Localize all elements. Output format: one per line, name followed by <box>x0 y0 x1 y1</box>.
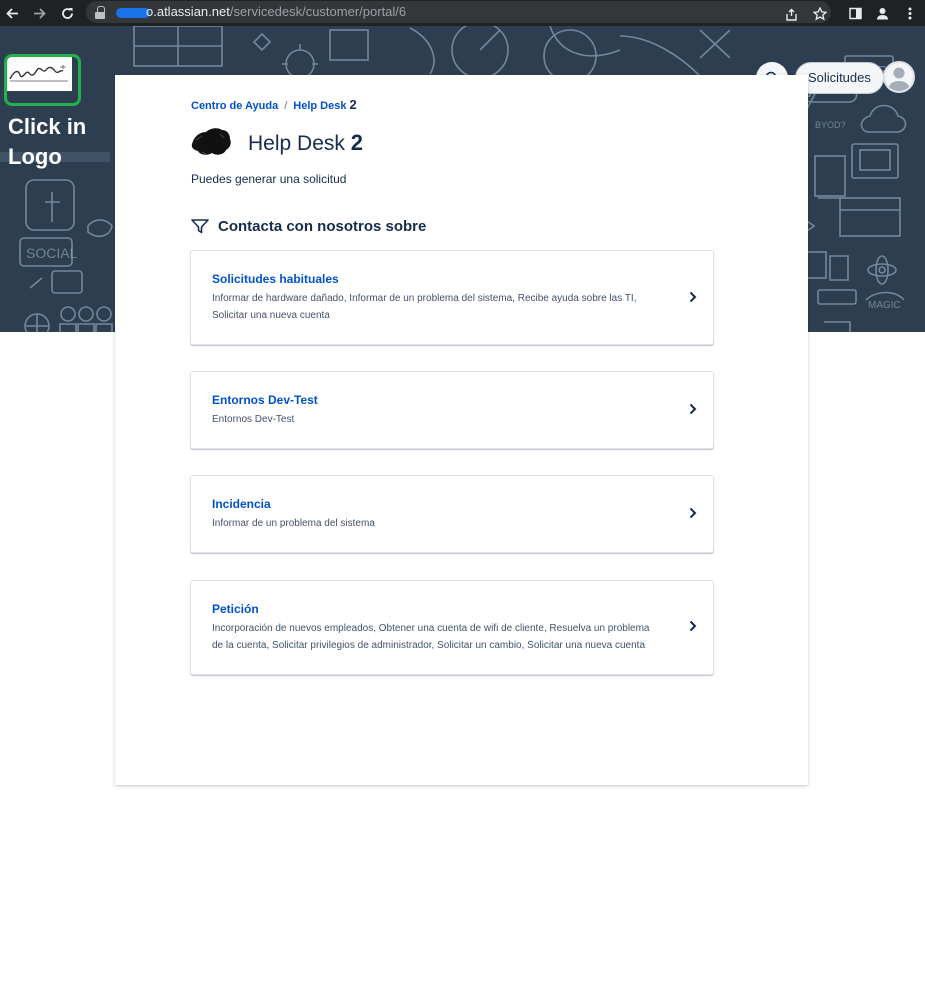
menu-dots-icon[interactable] <box>900 3 920 23</box>
star-icon[interactable] <box>810 4 830 24</box>
sidebar-icon[interactable] <box>845 3 865 23</box>
chevron-right-icon <box>687 403 699 415</box>
request-group-entornos-dev-test[interactable]: Entornos Dev-Test Entornos Dev-Test <box>190 371 714 449</box>
svg-text:BYOD?: BYOD? <box>815 120 846 130</box>
filter-icon <box>191 219 209 234</box>
chevron-right-icon <box>687 620 699 632</box>
portal-description: Puedes generar una solicitud <box>191 172 347 186</box>
request-group-peticion[interactable]: Petición Incorporación de nuevos emplead… <box>190 580 714 675</box>
request-group-title: Incidencia <box>212 497 271 511</box>
request-group-description: Entornos Dev-Test <box>212 414 295 425</box>
breadcrumb-current-number: 2 <box>349 97 357 112</box>
lock-icon <box>95 6 105 19</box>
svg-text:SOCIAL: SOCIAL <box>26 245 78 261</box>
portal-card: Centro de Ayuda / Help Desk 2 Help Desk 2 … <box>115 75 808 785</box>
url-text: o.atlassian.net/servicedesk/customer/por… <box>116 4 406 19</box>
back-arrow-icon[interactable] <box>1 0 23 26</box>
breadcrumb-help-center-link[interactable]: Centro de Ayuda <box>191 100 278 112</box>
user-avatar[interactable] <box>883 61 915 93</box>
request-group-description: Informar de hardware dañado, Informar de… <box>212 293 637 321</box>
portal-title: Help Desk 2 <box>248 130 363 156</box>
annotation-line-2: Logo <box>8 144 62 169</box>
breadcrumb-current-link[interactable]: Help Desk 2 <box>293 97 357 112</box>
user-avatar-icon <box>888 67 910 91</box>
request-group-description: Informar de un problema del sistema <box>212 518 375 529</box>
contact-heading: Contacta con nosotros sobre <box>191 216 426 236</box>
chevron-right-icon <box>687 507 699 519</box>
browser-toolbar: o.atlassian.net/servicedesk/customer/por… <box>0 0 925 26</box>
request-group-description: Incorporación de nuevos empleados, Obten… <box>212 623 650 651</box>
share-icon[interactable] <box>781 4 801 24</box>
address-bar[interactable]: o.atlassian.net/servicedesk/customer/por… <box>86 1 831 23</box>
portal-title-number: 2 <box>350 130 363 155</box>
reload-icon[interactable] <box>56 0 78 26</box>
portal-logo-icon <box>191 128 231 155</box>
contact-heading-text: Contacta con nosotros sobre <box>218 217 427 235</box>
profile-icon[interactable] <box>872 3 892 23</box>
breadcrumb-separator: / <box>284 100 288 112</box>
request-group-solicitudes-habituales[interactable]: Solicitudes habituales Informar de hardw… <box>190 250 714 345</box>
request-group-title: Entornos Dev-Test <box>212 393 318 407</box>
request-group-incidencia[interactable]: Incidencia Informar de un problema del s… <box>190 475 714 553</box>
forward-arrow-icon[interactable] <box>28 0 50 26</box>
chevron-right-icon <box>687 291 699 303</box>
click-logo-annotation: Click in Logo <box>8 112 118 172</box>
portal-title-text: Help Desk <box>248 132 345 155</box>
annotation-line-1: Click in <box>8 114 87 139</box>
breadcrumb: Centro de Ayuda / Help Desk 2 <box>191 97 357 112</box>
request-group-title: Petición <box>212 602 259 616</box>
svg-text:MAGIC: MAGIC <box>868 300 901 311</box>
breadcrumb-current-text: Help Desk <box>293 100 347 112</box>
request-group-title: Solicitudes habituales <box>212 272 339 286</box>
logo-highlight-annotation <box>4 54 81 106</box>
requests-button[interactable]: Solicitudes <box>795 62 884 94</box>
